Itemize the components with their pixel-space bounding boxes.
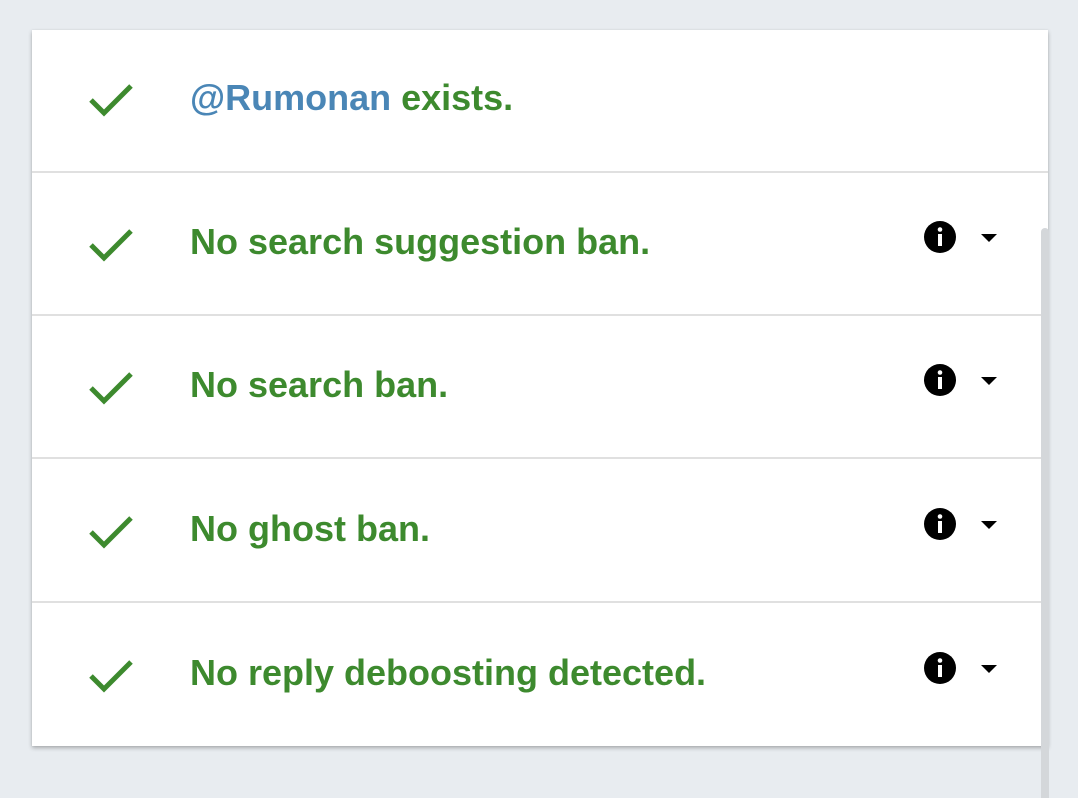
result-row-reply-deboosting: No reply deboosting detected.: [32, 604, 1048, 747]
check-icon: [88, 658, 134, 694]
chevron-down-icon[interactable]: [980, 520, 998, 530]
result-row-user-exists: @Rumonan exists.: [32, 30, 1048, 173]
result-text: @Rumonan exists.: [190, 77, 513, 119]
info-icon[interactable]: [923, 651, 957, 685]
check-icon: [88, 514, 134, 550]
result-row-search-suggestion-ban: No search suggestion ban.: [32, 173, 1048, 316]
check-icon: [88, 82, 134, 118]
check-icon: [88, 370, 134, 406]
result-label: No search ban.: [190, 364, 449, 405]
result-label: No reply deboosting detected.: [190, 652, 707, 693]
chevron-down-icon[interactable]: [980, 376, 998, 386]
check-icon: [88, 227, 134, 263]
info-icon[interactable]: [923, 363, 957, 397]
chevron-down-icon[interactable]: [980, 664, 998, 674]
result-label: No ghost ban.: [190, 508, 430, 549]
chevron-down-icon[interactable]: [980, 233, 998, 243]
info-icon[interactable]: [923, 507, 957, 541]
result-label: No search suggestion ban.: [190, 221, 651, 262]
result-row-search-ban: No search ban.: [32, 316, 1048, 459]
result-label: exists.: [391, 77, 514, 118]
result-row-ghost-ban: No ghost ban.: [32, 460, 1048, 603]
info-icon[interactable]: [923, 220, 957, 254]
scrollbar[interactable]: [1041, 228, 1049, 798]
results-card: @Rumonan exists. No search suggestion ba…: [32, 30, 1048, 746]
user-handle-link[interactable]: @Rumonan: [190, 77, 391, 118]
